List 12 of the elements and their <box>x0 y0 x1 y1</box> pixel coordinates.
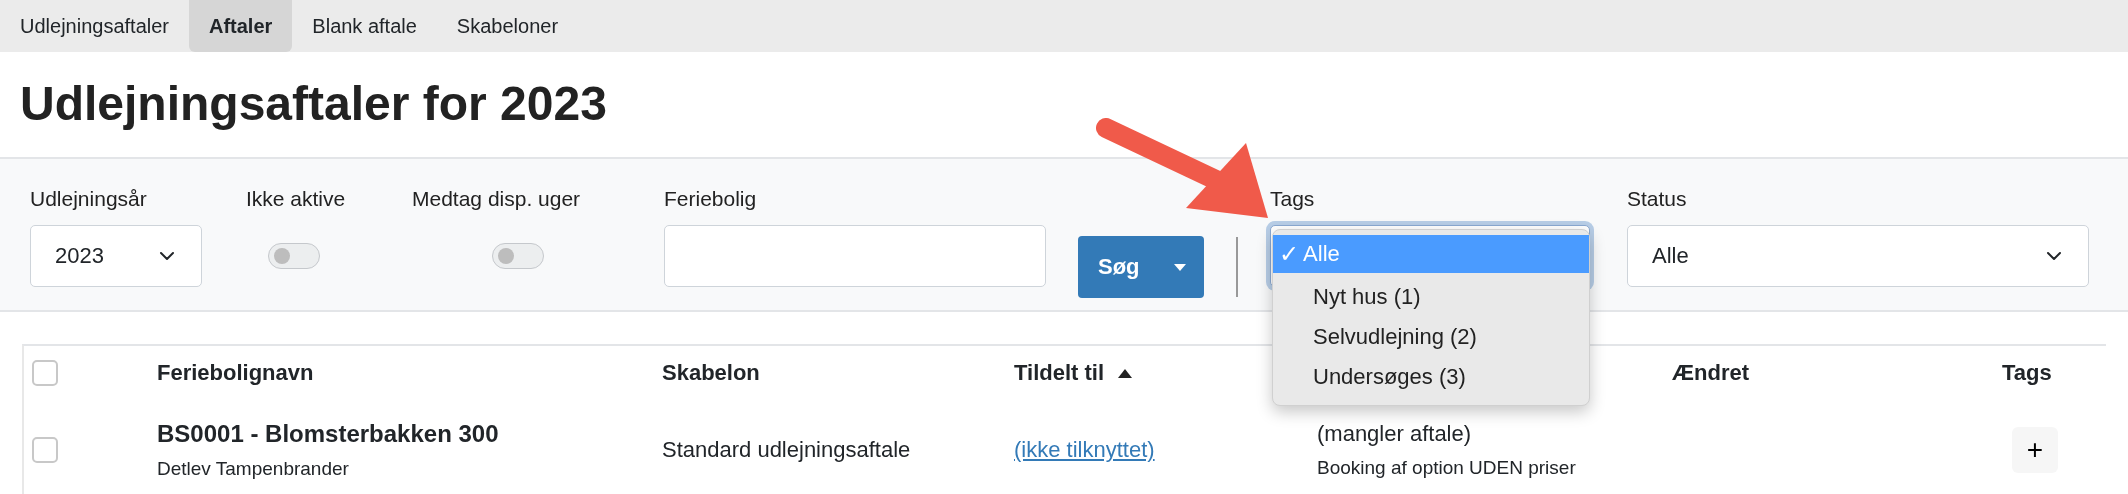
page-title: Udlejningsaftaler for 2023 <box>19 76 608 132</box>
property-name: BS0001 - Blomsterbakken 300 <box>157 420 500 448</box>
status-text: (mangler aftale) <box>1317 421 1473 447</box>
field-label: Ikke aktive <box>246 187 347 211</box>
field-label: Status <box>1627 187 1688 211</box>
field-label: Udlejningsår <box>30 187 148 211</box>
owner-name: Detlev Tampenbrander <box>157 458 350 480</box>
field-label: Medtag disp. uger <box>412 187 582 211</box>
field-label: Feriebolig <box>664 187 758 211</box>
field-label: Tags <box>1270 187 1316 211</box>
status-note: Booking af option UDEN priser <box>1317 457 1577 479</box>
table-cell-text: Standard udlejningsaftale <box>662 437 912 463</box>
